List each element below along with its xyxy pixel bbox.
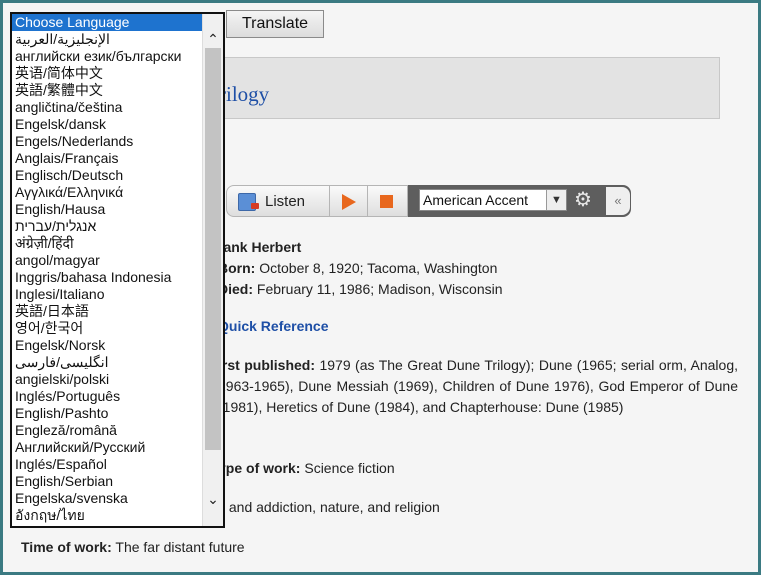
language-option[interactable]: Engelsk/Norsk — [12, 337, 203, 354]
language-option[interactable]: 英语/简体中文 — [12, 65, 203, 82]
type-of-work-value: Science fiction — [304, 460, 395, 476]
collapse-toolbar-button[interactable]: « — [606, 187, 630, 215]
language-option[interactable]: Englisch/Deutsch — [12, 167, 203, 184]
first-published-label: irst published: — [218, 357, 316, 373]
language-option[interactable]: Inglés/Español — [12, 456, 203, 473]
time-of-work: Time of work: The far distant future — [21, 537, 245, 558]
stop-icon — [380, 195, 393, 208]
language-option[interactable]: อังกฤษ/ไทย — [12, 507, 203, 524]
gear-icon[interactable]: ⚙ — [573, 190, 593, 210]
language-option[interactable]: Английский/Русский — [12, 439, 203, 456]
language-option[interactable]: אנגלית/עברית — [12, 218, 203, 235]
language-option[interactable]: Engelska/svenska — [12, 490, 203, 507]
language-option[interactable]: 영어/한국어 — [12, 320, 203, 337]
type-of-work-label: ype of work: — [218, 460, 301, 476]
language-option[interactable]: angol/magyar — [12, 252, 203, 269]
accent-value: American Accent — [423, 192, 529, 208]
time-of-work-value: The far distant future — [115, 539, 245, 555]
listen-button[interactable]: Listen — [226, 185, 330, 217]
language-option[interactable]: English/Pashto — [12, 405, 203, 422]
title-box: rilogy — [200, 57, 720, 119]
language-option[interactable]: angličtina/čeština — [12, 99, 203, 116]
quick-reference-link[interactable]: Quick Reference — [218, 318, 329, 334]
scrollbar[interactable]: ⌃ ⌄ — [202, 14, 223, 526]
language-option[interactable]: 英語/繁體中文 — [12, 82, 203, 99]
language-dropdown-list[interactable]: Choose Language الإنجليزية/العربية английс… — [10, 12, 225, 528]
first-published: irst published: 1979 (as The Great Dune … — [218, 355, 738, 418]
time-of-work-label: Time of work: — [21, 539, 112, 555]
translate-button[interactable]: Translate — [226, 10, 324, 38]
language-option[interactable]: английски език/български — [12, 48, 203, 65]
chevron-up-icon[interactable]: ⌃ — [203, 30, 223, 48]
language-option[interactable]: الإنجليزية/العربية — [12, 31, 203, 48]
language-option[interactable]: English/Hausa — [12, 201, 203, 218]
language-option[interactable]: English/Serbian — [12, 473, 203, 490]
language-option[interactable]: Engels/Nederlands — [12, 133, 203, 150]
language-options: Choose Language الإنجليزية/العربية английс… — [12, 14, 203, 524]
speaker-icon — [238, 193, 259, 211]
chevron-down-icon[interactable]: ⌄ — [203, 490, 223, 508]
page-title: rilogy — [219, 82, 270, 106]
stop-button[interactable] — [368, 185, 408, 217]
language-option[interactable]: Inglés/Português — [12, 388, 203, 405]
language-option[interactable]: 英語/日本語 — [12, 303, 203, 320]
died-value: February 11, 1986; Madison, Wisconsin — [256, 281, 503, 297]
language-option[interactable]: angielski/polski — [12, 371, 203, 388]
language-option[interactable]: Inggris/bahasa Indonesia — [12, 269, 203, 286]
language-option[interactable]: Engleză/română — [12, 422, 203, 439]
language-option[interactable]: अंग्रेज़ी/हिंदी — [12, 235, 203, 252]
accent-select[interactable]: American Accent ▼ — [419, 189, 567, 211]
language-option[interactable]: Αγγλικά/Ελληνικά — [12, 184, 203, 201]
author-name: rank Herbert — [218, 239, 302, 255]
language-option[interactable]: انگلیسی/فارسی — [12, 354, 203, 371]
language-option-selected[interactable]: Choose Language — [12, 14, 203, 31]
scroll-thumb[interactable] — [205, 48, 221, 450]
type-of-work: ype of work: Science fiction — [218, 458, 738, 479]
language-option[interactable]: Engelsk/dansk — [12, 116, 203, 133]
language-option[interactable]: Inglesi/Italiano — [12, 286, 203, 303]
author-info: rank Herbert Born: October 8, 1920; Taco… — [218, 237, 738, 300]
listen-toolbar: Listen American Accent ▼ ⚙ « — [226, 185, 631, 217]
play-icon — [342, 194, 356, 210]
play-button[interactable] — [330, 185, 368, 217]
chevron-down-icon[interactable]: ▼ — [546, 190, 566, 210]
language-option[interactable]: Anglais/Français — [12, 150, 203, 167]
born-value: October 8, 1920; Tacoma, Washington — [259, 260, 498, 276]
listen-label: Listen — [265, 193, 306, 210]
themes-text: s and addiction, nature, and religion — [218, 499, 440, 515]
